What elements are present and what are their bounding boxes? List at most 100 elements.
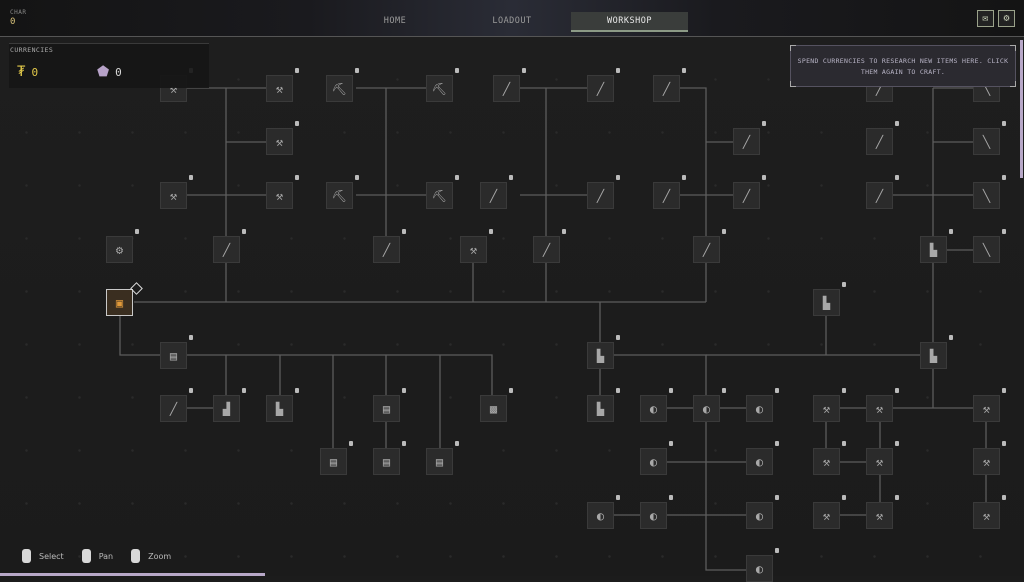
research-node[interactable]: ▤ [160, 335, 193, 369]
research-node[interactable]: ╱ [373, 229, 406, 263]
research-node[interactable]: ⛏ [426, 68, 459, 102]
lock-icon [402, 229, 406, 234]
lock-icon [1002, 441, 1006, 446]
research-node[interactable]: ╱ [733, 175, 766, 209]
research-node[interactable]: ◐ [746, 388, 779, 422]
research-node[interactable]: ◐ [587, 495, 620, 529]
axe-icon: ⚒ [875, 508, 884, 523]
crystal-currency-icon: ⬟ [97, 64, 110, 80]
tool-icon: ⚙ [115, 242, 124, 257]
research-node[interactable]: ⛏ [326, 175, 359, 209]
research-node[interactable]: ⛏ [326, 68, 359, 102]
research-node[interactable]: ╱ [693, 229, 726, 263]
currencies-panel: CURRENCIES ₮ 0 ⬟ 0 [9, 43, 209, 88]
gold-currency-value: 0 [31, 65, 39, 79]
shield-icon: ◐ [649, 508, 658, 523]
settings-button[interactable]: ⚙ [998, 10, 1015, 27]
lock-icon [669, 388, 673, 393]
research-node[interactable]: ▙ [266, 388, 299, 422]
shield-icon: ◐ [755, 401, 764, 416]
research-node[interactable]: ╱ [653, 68, 686, 102]
mouse-right-icon [81, 549, 91, 563]
research-node[interactable]: ⚒ [266, 175, 299, 209]
research-node[interactable]: ⚒ [973, 388, 1006, 422]
research-node[interactable]: ◐ [640, 441, 673, 475]
crystal-currency: ⬟ 0 [97, 58, 122, 86]
research-node[interactable]: ╱ [493, 68, 526, 102]
mail-button[interactable]: ✉ [977, 10, 994, 27]
tab-home[interactable]: HOME [365, 12, 425, 30]
research-node[interactable]: ⚒ [866, 495, 899, 529]
mail-icon: ✉ [982, 13, 989, 24]
crafting-root-node[interactable]: ▣ [106, 289, 133, 316]
crafting-bench-icon: ▣ [115, 295, 124, 310]
research-node[interactable]: ▙ [587, 388, 620, 422]
research-node[interactable]: ⚒ [973, 441, 1006, 475]
research-node[interactable]: ◐ [746, 495, 779, 529]
research-node[interactable]: ╱ [533, 229, 566, 263]
research-node[interactable]: ╱ [866, 175, 899, 209]
research-node[interactable]: ▤ [373, 388, 406, 422]
research-node[interactable]: ▟ [213, 388, 246, 422]
research-node[interactable]: ▩ [480, 388, 513, 422]
research-node[interactable]: ▙ [813, 282, 846, 316]
lock-icon [775, 388, 779, 393]
research-node[interactable]: ⚒ [266, 121, 299, 155]
research-node[interactable]: ╱ [866, 121, 899, 155]
lock-icon [722, 388, 726, 393]
lock-icon [616, 495, 620, 500]
research-node[interactable]: ⚙ [106, 229, 139, 263]
research-node[interactable]: ╱ [160, 388, 193, 422]
research-node[interactable]: ⚒ [973, 495, 1006, 529]
pickaxe-icon: ⛏ [431, 81, 448, 96]
research-node[interactable]: ▙ [587, 335, 620, 369]
shield-icon: ◐ [755, 508, 764, 523]
research-node[interactable]: ╱ [733, 121, 766, 155]
research-node[interactable]: ⚒ [866, 388, 899, 422]
gold-currency-icon: ₮ [17, 64, 26, 80]
tab-workshop[interactable]: WORKSHOP [571, 12, 688, 32]
research-node[interactable]: ╲ [973, 175, 1006, 209]
research-node[interactable]: ╱ [587, 68, 620, 102]
knife-icon: ╱ [742, 188, 751, 203]
research-node[interactable]: ◐ [640, 388, 673, 422]
research-node[interactable]: ⚒ [813, 388, 846, 422]
research-node[interactable]: ◐ [746, 548, 779, 582]
research-node[interactable]: ╲ [973, 121, 1006, 155]
research-node[interactable]: ⚒ [813, 441, 846, 475]
research-node[interactable]: ⚒ [460, 229, 493, 263]
research-node[interactable]: ◐ [746, 441, 779, 475]
research-node[interactable]: ╱ [653, 175, 686, 209]
spear-icon: ╱ [502, 81, 511, 96]
research-node[interactable]: ⚒ [266, 68, 299, 102]
lock-icon [509, 175, 513, 180]
research-node[interactable]: ⚒ [866, 441, 899, 475]
lock-icon [842, 282, 846, 287]
axe-icon: ⚒ [982, 454, 991, 469]
lock-icon [1002, 121, 1006, 126]
shield-icon: ◐ [755, 561, 764, 576]
tab-loadout[interactable]: LOADOUT [480, 12, 544, 30]
research-node[interactable]: ▙ [920, 229, 953, 263]
axe-icon: ⚒ [275, 81, 284, 96]
research-node[interactable]: ⚒ [160, 175, 193, 209]
lock-icon [189, 388, 193, 393]
research-node[interactable]: ╱ [213, 229, 246, 263]
lock-icon [616, 68, 620, 73]
research-node[interactable]: ◐ [693, 388, 726, 422]
research-node[interactable]: ▤ [426, 441, 459, 475]
lock-icon [895, 121, 899, 126]
research-node[interactable]: ⚒ [813, 495, 846, 529]
research-node[interactable]: ▙ [920, 335, 953, 369]
lock-icon [295, 388, 299, 393]
research-node[interactable]: ◐ [640, 495, 673, 529]
research-node[interactable]: ▤ [320, 441, 353, 475]
vertical-scrollbar[interactable] [1020, 40, 1023, 178]
gauntlet-icon: ▙ [275, 401, 284, 416]
research-node[interactable]: ╲ [973, 229, 1006, 263]
research-node[interactable]: ⛏ [426, 175, 459, 209]
shield-icon: ◐ [649, 401, 658, 416]
research-node[interactable]: ╱ [480, 175, 513, 209]
research-node[interactable]: ╱ [587, 175, 620, 209]
research-node[interactable]: ▤ [373, 441, 406, 475]
